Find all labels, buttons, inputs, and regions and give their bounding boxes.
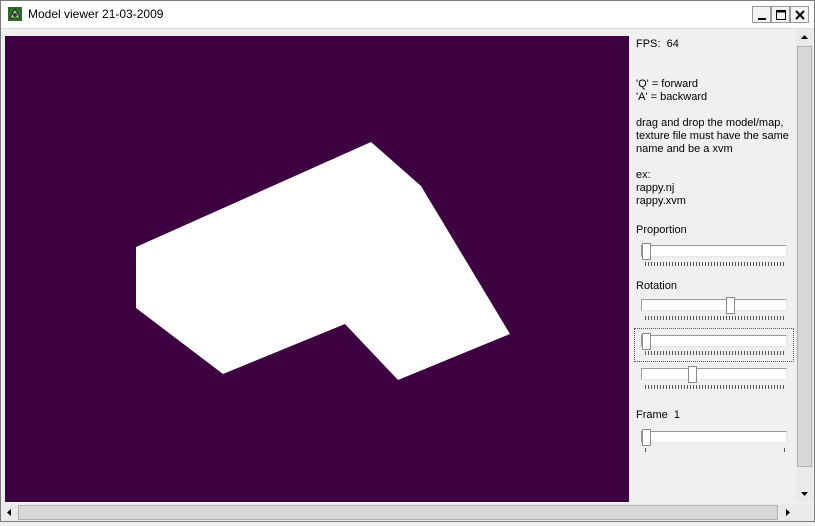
- proportion-slider-thumb[interactable]: [642, 243, 651, 260]
- rotation-z-slider[interactable]: [641, 366, 787, 383]
- horizontal-scroll-thumb[interactable]: [18, 505, 778, 520]
- arrow-right-icon: [786, 509, 790, 516]
- minimize-icon: [758, 18, 766, 20]
- help-drag-line-3: name and be a xvm: [636, 143, 733, 155]
- example-label: ex:: [636, 169, 651, 181]
- frame-slider-thumb[interactable]: [642, 429, 651, 446]
- rotation-z-ticks: [645, 385, 785, 389]
- scroll-down-button[interactable]: [796, 485, 813, 502]
- proportion-slider[interactable]: [641, 243, 787, 260]
- frame-slider[interactable]: [641, 429, 787, 446]
- app-window: Model viewer 21-03-2009 FPS: 64 'Q' = fo…: [0, 0, 815, 522]
- arrow-up-icon: [801, 35, 808, 39]
- rotation-y-slider-thumb[interactable]: [642, 333, 651, 350]
- vertical-scroll-thumb[interactable]: [797, 46, 812, 467]
- rotation-z-slider-thumb[interactable]: [688, 366, 697, 383]
- frame-ticks: [645, 448, 785, 452]
- help-backward: 'A' = backward: [636, 91, 708, 103]
- frame-value: 1: [673, 409, 681, 421]
- rotation-y-slider[interactable]: [641, 333, 787, 350]
- help-forward: 'Q' = forward: [636, 78, 698, 90]
- example-model: rappy.nj: [636, 182, 675, 194]
- fps-value: 64: [666, 38, 679, 50]
- horizontal-scrollbar[interactable]: [1, 504, 813, 521]
- proportion-ticks: [645, 262, 785, 266]
- control-panel: FPS: 64 'Q' = forward 'A' = backward dra…: [631, 29, 795, 502]
- proportion-label: Proportion: [636, 224, 687, 236]
- scroll-up-button[interactable]: [796, 29, 813, 46]
- help-drag-line-2: texture file must have the same: [636, 130, 789, 142]
- rotation-x-slider-thumb[interactable]: [726, 297, 735, 314]
- model-render: [136, 142, 510, 380]
- rotation-x-ticks: [645, 316, 785, 320]
- maximize-button[interactable]: [771, 6, 790, 23]
- title-bar[interactable]: Model viewer 21-03-2009: [1, 1, 814, 29]
- vertical-scrollbar[interactable]: [796, 29, 813, 502]
- model-shape: [136, 142, 510, 380]
- arrow-down-icon: [801, 492, 808, 496]
- close-icon: [795, 10, 805, 20]
- close-button[interactable]: [790, 6, 809, 23]
- rotation-y-ticks: [645, 351, 785, 355]
- scroll-right-button[interactable]: [779, 504, 796, 521]
- frame-label: Frame 1: [636, 409, 681, 421]
- rotation-x-slider[interactable]: [641, 297, 787, 314]
- example-texture: rappy.xvm: [636, 195, 686, 207]
- help-drag-line-1: drag and drop the model/map,: [636, 117, 784, 129]
- arrow-left-icon: [7, 509, 11, 516]
- maximize-icon: [776, 10, 786, 20]
- app-icon: [8, 7, 22, 21]
- scroll-left-button[interactable]: [1, 504, 18, 521]
- fps-label: FPS: 64: [636, 38, 679, 50]
- rotation-label: Rotation: [636, 280, 677, 292]
- 3d-viewport[interactable]: [5, 36, 629, 502]
- window-title: Model viewer 21-03-2009: [28, 7, 164, 21]
- minimize-button[interactable]: [752, 6, 771, 23]
